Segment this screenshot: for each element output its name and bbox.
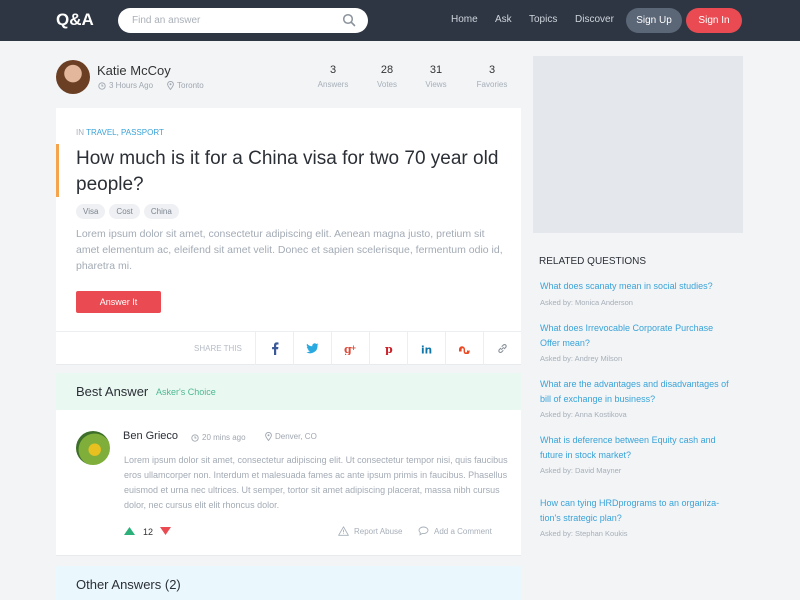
share-stumbleupon-button[interactable] <box>445 332 483 365</box>
related-question-item: What is deference between Equity cash an… <box>540 433 735 475</box>
tag-visa[interactable]: Visa <box>76 204 106 219</box>
related-question-item: What does Irrevocable Corporate Purchase… <box>540 321 735 363</box>
askers-choice-badge: Asker's Choice <box>156 387 216 397</box>
tag-china[interactable]: China <box>143 204 179 219</box>
comment-icon <box>418 526 429 536</box>
warning-icon <box>338 526 349 536</box>
vote-count: 12 <box>143 527 154 537</box>
sign-in-button[interactable]: Sign In <box>686 8 742 33</box>
related-question-link[interactable]: What are the advantages and disadvantage… <box>540 377 735 406</box>
answerer-avatar[interactable] <box>76 431 110 465</box>
related-questions-title: RELATED QUESTIONS <box>539 256 647 267</box>
sign-up-button[interactable]: Sign Up <box>626 8 682 33</box>
answer-it-button[interactable]: Answer It <box>76 291 161 313</box>
related-question-item: What are the advantages and disadvantage… <box>540 377 735 419</box>
other-answers-header: Other Answers (2) <box>56 566 521 600</box>
share-google-plus-button[interactable]: g + <box>331 332 369 365</box>
related-question-author: Asked by: Andrey Milson <box>540 354 623 363</box>
upvote-icon[interactable] <box>124 527 135 535</box>
downvote-icon[interactable] <box>160 527 171 535</box>
nav-link-discover[interactable]: Discover <box>575 14 614 25</box>
location-pin-icon <box>265 432 272 441</box>
question-body: Lorem ipsum dolor sit amet, consectetur … <box>76 228 503 272</box>
answerer-name[interactable]: Ben Grieco <box>123 430 178 442</box>
share-label: SHARE THIS <box>194 344 242 353</box>
question-categories: IN TRAVEL, PASSPORT <box>76 128 164 137</box>
best-answer-title: Best Answer <box>76 384 149 399</box>
question-title: How much is it for a China visa for two … <box>76 148 499 195</box>
link-icon <box>498 344 507 353</box>
google-plus-icon: g+ <box>344 343 357 355</box>
twitter-icon <box>306 343 319 354</box>
nav-link-topics[interactable]: Topics <box>529 14 557 25</box>
related-question-link[interactable]: What is deference between Equity cash an… <box>540 433 735 462</box>
related-question-link[interactable]: What does Irrevocable Corporate Purchase… <box>540 321 735 350</box>
stat-answers: 3 Answers <box>317 64 349 89</box>
stumbleupon-icon <box>458 345 470 354</box>
tag-list: Visa Cost China <box>76 204 179 219</box>
site-logo[interactable]: Q&A <box>56 10 94 30</box>
svg-text:p: p <box>385 343 393 355</box>
report-abuse-link[interactable]: Report Abuse <box>338 526 402 536</box>
best-answer-card: Ben Grieco 20 mins ago Denver, CO Lorem … <box>56 410 521 556</box>
pinterest-icon: p <box>385 343 393 355</box>
related-question-author: Asked by: Anna Kostikova <box>540 410 627 419</box>
facebook-icon <box>271 342 278 355</box>
category-link[interactable]: TRAVEL, PASSPORT <box>86 128 164 137</box>
stat-views: 31 Views <box>425 64 447 89</box>
nav-link-home[interactable]: Home <box>451 14 478 25</box>
share-linkedin-button[interactable]: in <box>407 332 445 365</box>
share-pinterest-button[interactable]: p <box>369 332 407 365</box>
related-question-link[interactable]: How can tying HRDprograms to an organiza… <box>540 496 735 525</box>
search-input[interactable] <box>132 12 332 29</box>
question-time: 3 Hours Ago <box>98 81 153 90</box>
search-box[interactable] <box>118 8 368 33</box>
best-answer-header: Best Answer Asker's Choice <box>56 373 521 410</box>
related-question-author: Asked by: Stephan Koukis <box>540 529 628 538</box>
top-navbar: Q&A Home Ask Topics Discover Sign Up Sig… <box>0 0 800 41</box>
add-comment-link[interactable]: Add a Comment <box>418 526 492 536</box>
ad-placeholder <box>533 56 743 233</box>
title-accent-bar <box>56 144 59 197</box>
svg-text:+: + <box>351 344 357 352</box>
svg-text:in: in <box>421 344 432 355</box>
stat-favorites: 3 Favories <box>476 64 508 89</box>
clock-icon <box>98 81 106 90</box>
tag-cost[interactable]: Cost <box>109 204 140 219</box>
answer-body: Lorem ipsum dolor sit amet, consectetur … <box>124 455 508 510</box>
clock-icon <box>191 433 199 442</box>
related-question-item: How can tying HRDprograms to an organiza… <box>540 496 735 538</box>
search-icon[interactable] <box>342 13 356 27</box>
related-question-link[interactable]: What does scanaty mean in social studies… <box>540 279 735 294</box>
location-pin-icon <box>167 81 174 90</box>
other-answers-title: Other Answers (2) <box>76 577 181 592</box>
related-question-author: Asked by: David Mayner <box>540 466 622 475</box>
author-avatar[interactable] <box>56 60 90 94</box>
question-card: IN TRAVEL, PASSPORT How much is it for a… <box>56 108 521 365</box>
author-name[interactable]: Katie McCoy <box>97 63 171 78</box>
share-facebook-button[interactable] <box>255 332 293 365</box>
nav-link-ask[interactable]: Ask <box>495 14 512 25</box>
share-link-button[interactable] <box>483 332 521 365</box>
share-twitter-button[interactable] <box>293 332 331 365</box>
share-bar: SHARE THIS g + p in <box>56 331 521 365</box>
question-location: Toronto <box>167 81 204 90</box>
related-question-item: What does scanaty mean in social studies… <box>540 279 735 307</box>
answer-time: 20 mins ago <box>191 433 246 442</box>
linkedin-icon: in <box>421 344 432 355</box>
related-question-author: Asked by: Monica Anderson <box>540 297 633 307</box>
answer-location: Denver, CO <box>265 432 317 441</box>
